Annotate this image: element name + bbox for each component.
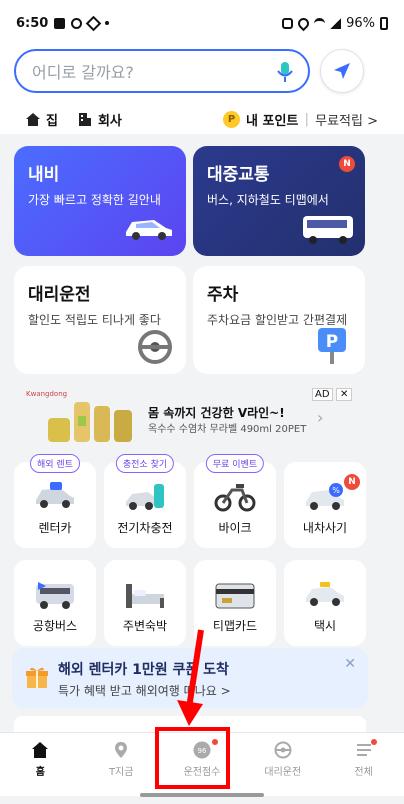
credit-card-icon	[215, 583, 255, 609]
nav-tnow[interactable]: T지금	[81, 733, 162, 796]
rental-pill: 해외 렌트	[30, 454, 80, 473]
nav-all-label: 전체	[354, 767, 373, 778]
home-icon	[26, 112, 40, 126]
app-notification-icon	[71, 17, 83, 29]
driver-desc: 할인도 적립도 티나게 좋다	[28, 313, 161, 327]
tile-buy-car[interactable]: N % 내차사기	[284, 462, 366, 548]
navi-card[interactable]: 내비 가장 빠르고 정확한 길안내	[14, 146, 186, 256]
more-notifications-icon	[105, 21, 110, 25]
steering-wheel-icon	[138, 330, 172, 364]
ad-subtitle: 옥수수 수염차 무라벨 490ml 20PET	[148, 424, 307, 435]
nav-driver-service[interactable]: 대리운전	[242, 733, 323, 796]
points-link[interactable]: P 내 포인트 | 무료적립 >	[223, 110, 378, 129]
shortcut-home-label: 집	[46, 113, 58, 129]
car-icon	[126, 220, 172, 240]
wifi-icon	[314, 17, 326, 29]
nav-home[interactable]: 홈	[0, 733, 81, 796]
battery-icon	[380, 16, 388, 30]
driver-card[interactable]: 대리운전 할인도 적립도 티나게 좋다	[14, 266, 186, 374]
bed-icon	[126, 584, 164, 608]
tile-bike[interactable]: 무료 이벤트 바이크	[194, 454, 276, 548]
send-icon	[86, 15, 102, 31]
signal-icon	[330, 17, 342, 29]
status-time: 6:50	[16, 15, 49, 31]
red-arrow-annotation	[177, 629, 204, 726]
shortcut-home[interactable]: 집	[26, 110, 58, 129]
new-badge: N	[339, 156, 355, 172]
tile-rental-car[interactable]: 해외 렌트 렌터카	[14, 454, 96, 548]
shortcut-work-label: 회사	[97, 113, 122, 129]
ad-label: AD	[312, 388, 333, 401]
transit-card[interactable]: 대중교통 버스, 지하철도 티맵에서 N	[193, 146, 365, 256]
transit-desc: 버스, 지하철도 티맵에서	[207, 193, 329, 207]
shortcut-work[interactable]: 회사	[78, 110, 122, 129]
parking-sign-icon: P	[318, 328, 346, 364]
nav-home-label: 홈	[35, 767, 45, 778]
point-coin-icon: P	[223, 110, 240, 128]
tile-rental-label: 렌터카	[38, 521, 72, 535]
gesture-bar[interactable]	[140, 793, 264, 797]
airport-bus-icon	[36, 582, 74, 609]
tile-airport-bus-label: 공항버스	[32, 619, 78, 633]
tile-ev-label: 전기차충전	[117, 521, 173, 535]
navi-title: 내비	[28, 165, 60, 185]
tea-bottles-image	[48, 402, 132, 442]
tile-taxi[interactable]: 택시	[284, 560, 366, 646]
ad-brand: Kwangdong	[26, 390, 68, 398]
bike-pill: 무료 이벤트	[205, 454, 265, 473]
gift-icon	[26, 667, 48, 688]
nav-driver-label: 대리운전	[264, 767, 302, 778]
rental-car-icon	[36, 482, 74, 508]
battery-percent: 96%	[346, 15, 375, 31]
youtube-icon	[54, 17, 66, 29]
nav-all[interactable]: 전체	[323, 733, 404, 796]
ad-chevron-icon: ›	[317, 408, 324, 427]
ad-close-button[interactable]: ✕	[336, 388, 353, 401]
svg-text:P: P	[326, 332, 338, 352]
ev-pill: 충전소 찾기	[115, 454, 175, 473]
menu-icon	[356, 744, 371, 756]
search-input[interactable]: 어디로 갈까요?	[14, 49, 310, 93]
bike-icon	[214, 484, 256, 512]
highlight-box-annotation	[155, 727, 230, 789]
nav-tnow-label: T지금	[108, 767, 134, 778]
navigation-arrow-icon	[334, 63, 350, 79]
parking-card[interactable]: 주차 주차요금 할인받고 간편결제 P	[193, 266, 365, 374]
driver-title: 대리운전	[28, 285, 91, 305]
promo-close-button[interactable]: ✕	[344, 656, 356, 672]
tile-ev-charging[interactable]: 충전소 찾기 전기차충전	[104, 454, 186, 548]
microphone-icon[interactable]	[274, 60, 296, 84]
ev-charger-icon	[126, 484, 164, 510]
points-label: 내 포인트	[246, 113, 299, 129]
tile-airport-bus[interactable]: 공항버스	[14, 560, 96, 646]
header: 어디로 갈까요?	[0, 46, 404, 104]
svg-text:%: %	[332, 486, 340, 495]
transit-title: 대중교통	[207, 165, 270, 185]
navi-desc: 가장 빠르고 정확한 길안내	[28, 193, 161, 207]
ad-banner[interactable]: Kwangdong 몸 속까지 건강한 V라인~! 옥수수 수염차 무라벨 49…	[14, 384, 366, 446]
navigate-button[interactable]	[320, 49, 364, 93]
buy-car-icon: %	[306, 483, 344, 510]
tile-taxi-label: 택시	[313, 619, 337, 633]
new-badge: N	[344, 474, 360, 490]
location-pin-icon	[115, 742, 128, 758]
tile-bike-label: 바이크	[218, 521, 252, 535]
parking-title: 주차	[207, 285, 239, 305]
alarm-icon	[282, 17, 294, 29]
ad-title: 몸 속까지 건강한 V라인~!	[148, 406, 285, 420]
home-icon	[32, 742, 49, 758]
search-placeholder: 어디로 갈까요?	[32, 63, 134, 82]
tile-buy-car-label: 내차사기	[302, 521, 348, 535]
taxi-icon	[306, 582, 344, 606]
steering-wheel-icon	[274, 741, 292, 759]
free-earn-link[interactable]: 무료적립 >	[315, 110, 378, 129]
bus-icon	[303, 216, 353, 244]
notification-dot	[371, 739, 378, 745]
status-bar: 6:50 96%	[0, 0, 404, 46]
shortcuts-row: 집 회사 P 내 포인트 | 무료적립 >	[0, 104, 404, 134]
location-icon	[295, 15, 312, 31]
building-icon	[78, 113, 91, 126]
